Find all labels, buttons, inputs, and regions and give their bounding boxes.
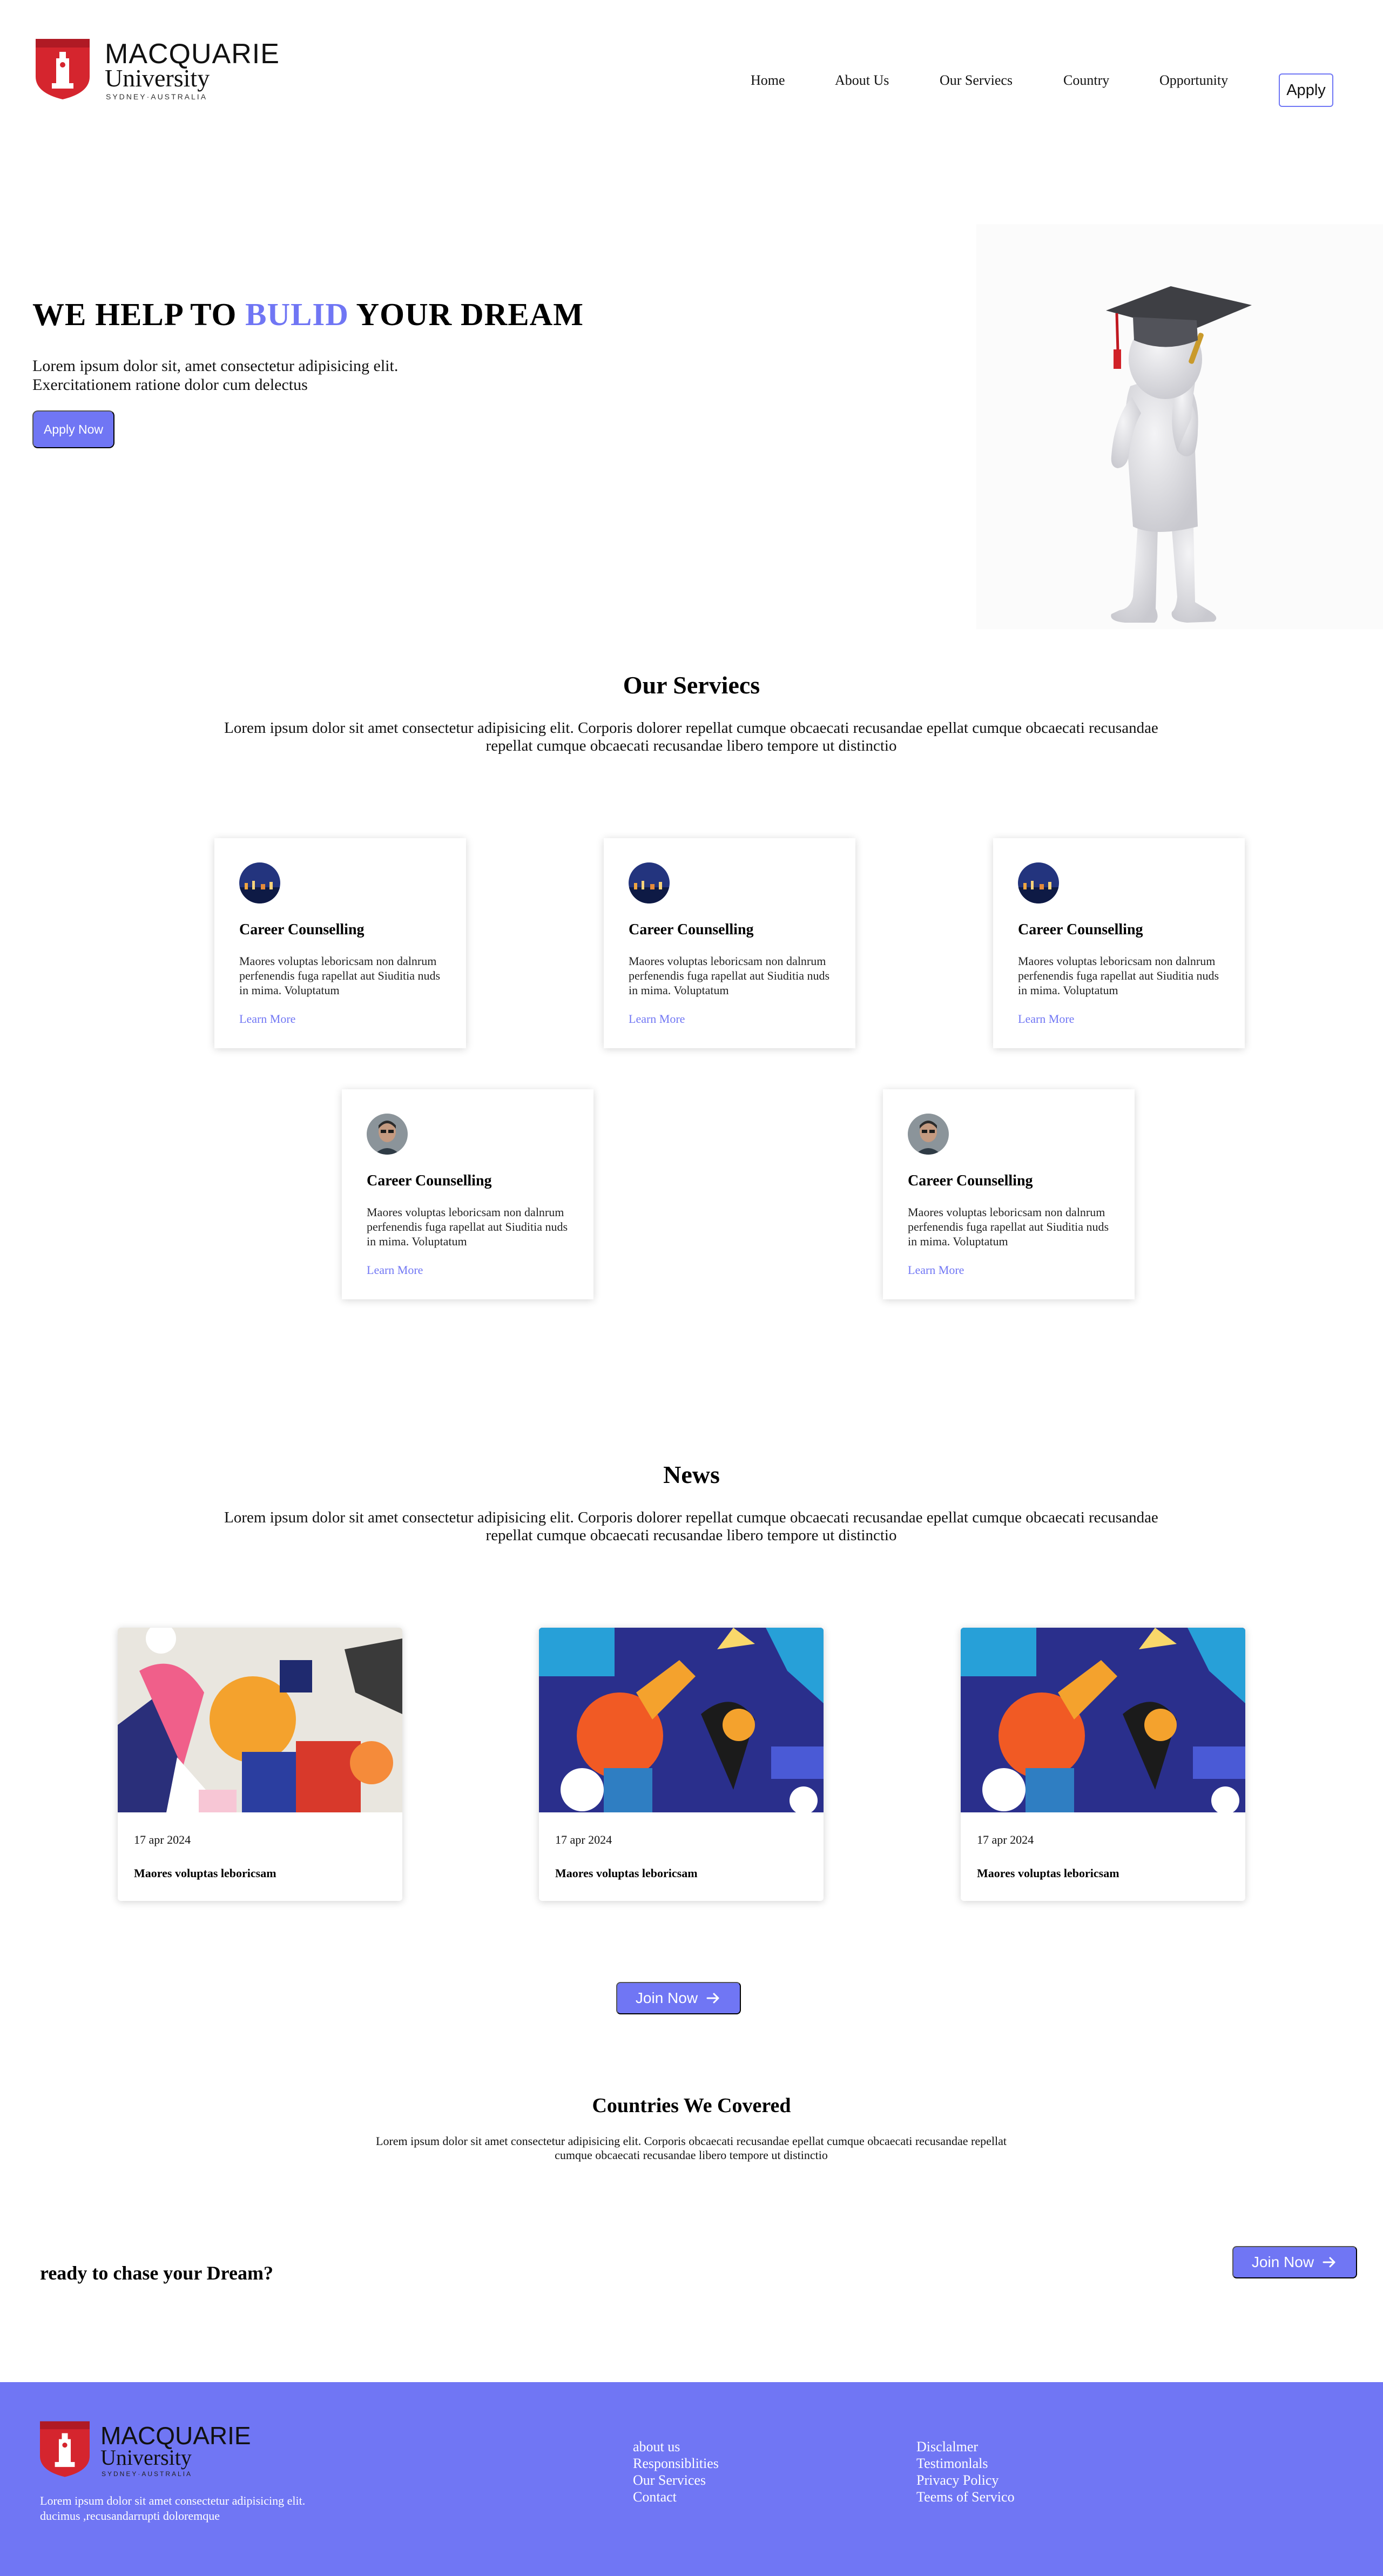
logo-tagline: SYDNEY·AUSTRALIA [106,92,208,101]
cta-join-now-button[interactable]: Join Now [1232,2246,1357,2278]
person-avatar [908,1114,949,1155]
countries-description: Lorem ipsum dolor sit amet consectetur a… [376,2134,1007,2162]
join-now-label: Join Now [635,1990,698,2006]
footer-logo-tagline: SYDNEY·AUSTRALIA [102,2470,193,2478]
hero-text-line2: Exercitationem ratione dolor cum delectu… [32,376,308,394]
service-card-text: Maores voluptas leboricsam non dalnrum p… [908,1205,1109,1248]
services-description: Lorem ipsum dolor sit amet consectetur a… [224,719,1158,754]
shield-logo-icon [36,39,90,99]
footer-link-privacy-policy[interactable]: Privacy Policy [916,2472,1015,2489]
services-title: Our Serviecs [623,671,760,699]
hero-title: WE HELP TO BULID YOUR DREAM [32,296,584,333]
nav-country[interactable]: Country [1063,72,1109,89]
abstract-illustration-blue [539,1628,824,1812]
news-title: News [663,1461,720,1488]
news-date: 17 apr 2024 [977,1833,1034,1846]
countries-title: Countries We Covered [592,2094,791,2117]
news-card[interactable]: 17 apr 2024 Maores voluptas leboricsam [539,1628,824,1901]
city-night-avatar [629,862,670,903]
learn-more-link[interactable]: Learn More [629,1012,685,1026]
service-card-text: Maores voluptas leboricsam non dalnrum p… [629,954,830,997]
service-card-text: Maores voluptas leboricsam non dalnrum p… [367,1205,568,1248]
shield-logo-icon [40,2421,90,2477]
news-card-title: Maores voluptas leboricsam [555,1866,698,1880]
service-card: Career Counselling Maores voluptas lebor… [883,1089,1135,1299]
footer-logo-line1: MACQUARIE [100,2422,251,2450]
city-night-avatar [1018,862,1059,903]
learn-more-link[interactable]: Learn More [908,1263,964,1277]
footer-link-responsibilities[interactable]: Responsiblities [633,2455,719,2472]
nav-opportunity[interactable]: Opportunity [1159,72,1228,89]
service-card: Career Counselling Maores voluptas lebor… [604,838,855,1048]
footer-text-line1: Lorem ipsum dolor sit amet consectetur a… [40,2494,306,2507]
university-logo[interactable]: MACQUARIE University SYDNEY·AUSTRALIA [36,39,279,103]
service-card-text: Maores voluptas leboricsam non dalnrum p… [239,954,441,997]
logo-name-line2: University [105,64,210,92]
nav-about-us[interactable]: About Us [835,72,889,89]
news-date: 17 apr 2024 [555,1833,612,1846]
footer-link-about-us[interactable]: about us [633,2438,719,2455]
footer-link-terms-of-service[interactable]: Teems of Servico [916,2489,1015,2505]
footer-link-our-services[interactable]: Our Services [633,2472,719,2489]
join-now-button[interactable]: Join Now [616,1982,741,2014]
cta-join-now-label: Join Now [1251,2254,1314,2270]
service-card-title: Career Counselling [239,921,365,938]
footer-link-disclaimer[interactable]: Disclalmer [916,2438,1015,2455]
service-card-title: Career Counselling [629,921,754,938]
service-card-title: Career Counselling [367,1172,492,1189]
footer-links-col1: about us Responsiblities Our Services Co… [633,2438,719,2505]
news-description: Lorem ipsum dolor sit amet consectetur a… [224,1509,1158,1544]
hero-text-line1: Lorem ipsum dolor sit, amet consectetur … [32,357,399,375]
learn-more-link[interactable]: Learn More [367,1263,423,1277]
hero-title-pre: WE HELP TO [32,296,246,332]
footer-link-testimonials[interactable]: Testimonlals [916,2455,1015,2472]
hero-description: Lorem ipsum dolor sit, amet consectetur … [32,356,398,394]
service-card: Career Counselling Maores voluptas lebor… [214,838,466,1048]
service-card: Career Counselling Maores voluptas lebor… [993,838,1245,1048]
service-card-text: Maores voluptas leboricsam non dalnrum p… [1018,954,1219,997]
news-card[interactable]: 17 apr 2024 Maores voluptas leboricsam [118,1628,402,1901]
footer-logo[interactable]: MACQUARIE University SYDNEY·AUSTRALIA [40,2421,256,2480]
service-card-title: Career Counselling [908,1172,1033,1189]
graduate-figure-icon [1106,286,1252,623]
cta-text: ready to chase your Dream? [40,2262,273,2284]
hero-image [976,224,1383,629]
footer-logo-line2: University [100,2445,192,2470]
arrow-right-icon [706,1993,719,2004]
footer-links-col2: Disclalmer Testimonlals Privacy Policy T… [916,2438,1015,2505]
news-date: 17 apr 2024 [134,1833,191,1846]
news-card-title: Maores voluptas leboricsam [134,1866,276,1880]
learn-more-link[interactable]: Learn More [1018,1012,1074,1026]
footer-description: Lorem ipsum dolor sit amet consectetur a… [40,2493,364,2524]
hero-title-post: YOUR DREAM [349,296,584,332]
nav-our-services[interactable]: Our Serviecs [940,72,1013,89]
footer-text-line2: ducimus ,recusandarrupti doloremque [40,2509,220,2523]
abstract-illustration-warm [118,1628,402,1812]
apply-button[interactable]: Apply [1279,73,1333,107]
service-card: Career Counselling Maores voluptas lebor… [342,1089,593,1299]
news-card[interactable]: 17 apr 2024 Maores voluptas leboricsam [961,1628,1245,1901]
person-avatar [367,1114,408,1155]
hero-title-accent: BULID [245,296,349,332]
nav-home[interactable]: Home [751,72,785,89]
service-card-title: Career Counselling [1018,921,1143,938]
apply-now-button[interactable]: Apply Now [32,410,114,448]
site-header: MACQUARIE University SYDNEY·AUSTRALIA Ho… [0,0,1383,162]
news-card-title: Maores voluptas leboricsam [977,1866,1119,1880]
arrow-right-icon [1323,2257,1335,2268]
city-night-avatar [239,862,280,903]
site-footer: MACQUARIE University SYDNEY·AUSTRALIA Lo… [0,2382,1383,2576]
abstract-illustration-blue [961,1628,1245,1812]
learn-more-link[interactable]: Learn More [239,1012,295,1026]
footer-link-contact[interactable]: Contact [633,2489,719,2505]
